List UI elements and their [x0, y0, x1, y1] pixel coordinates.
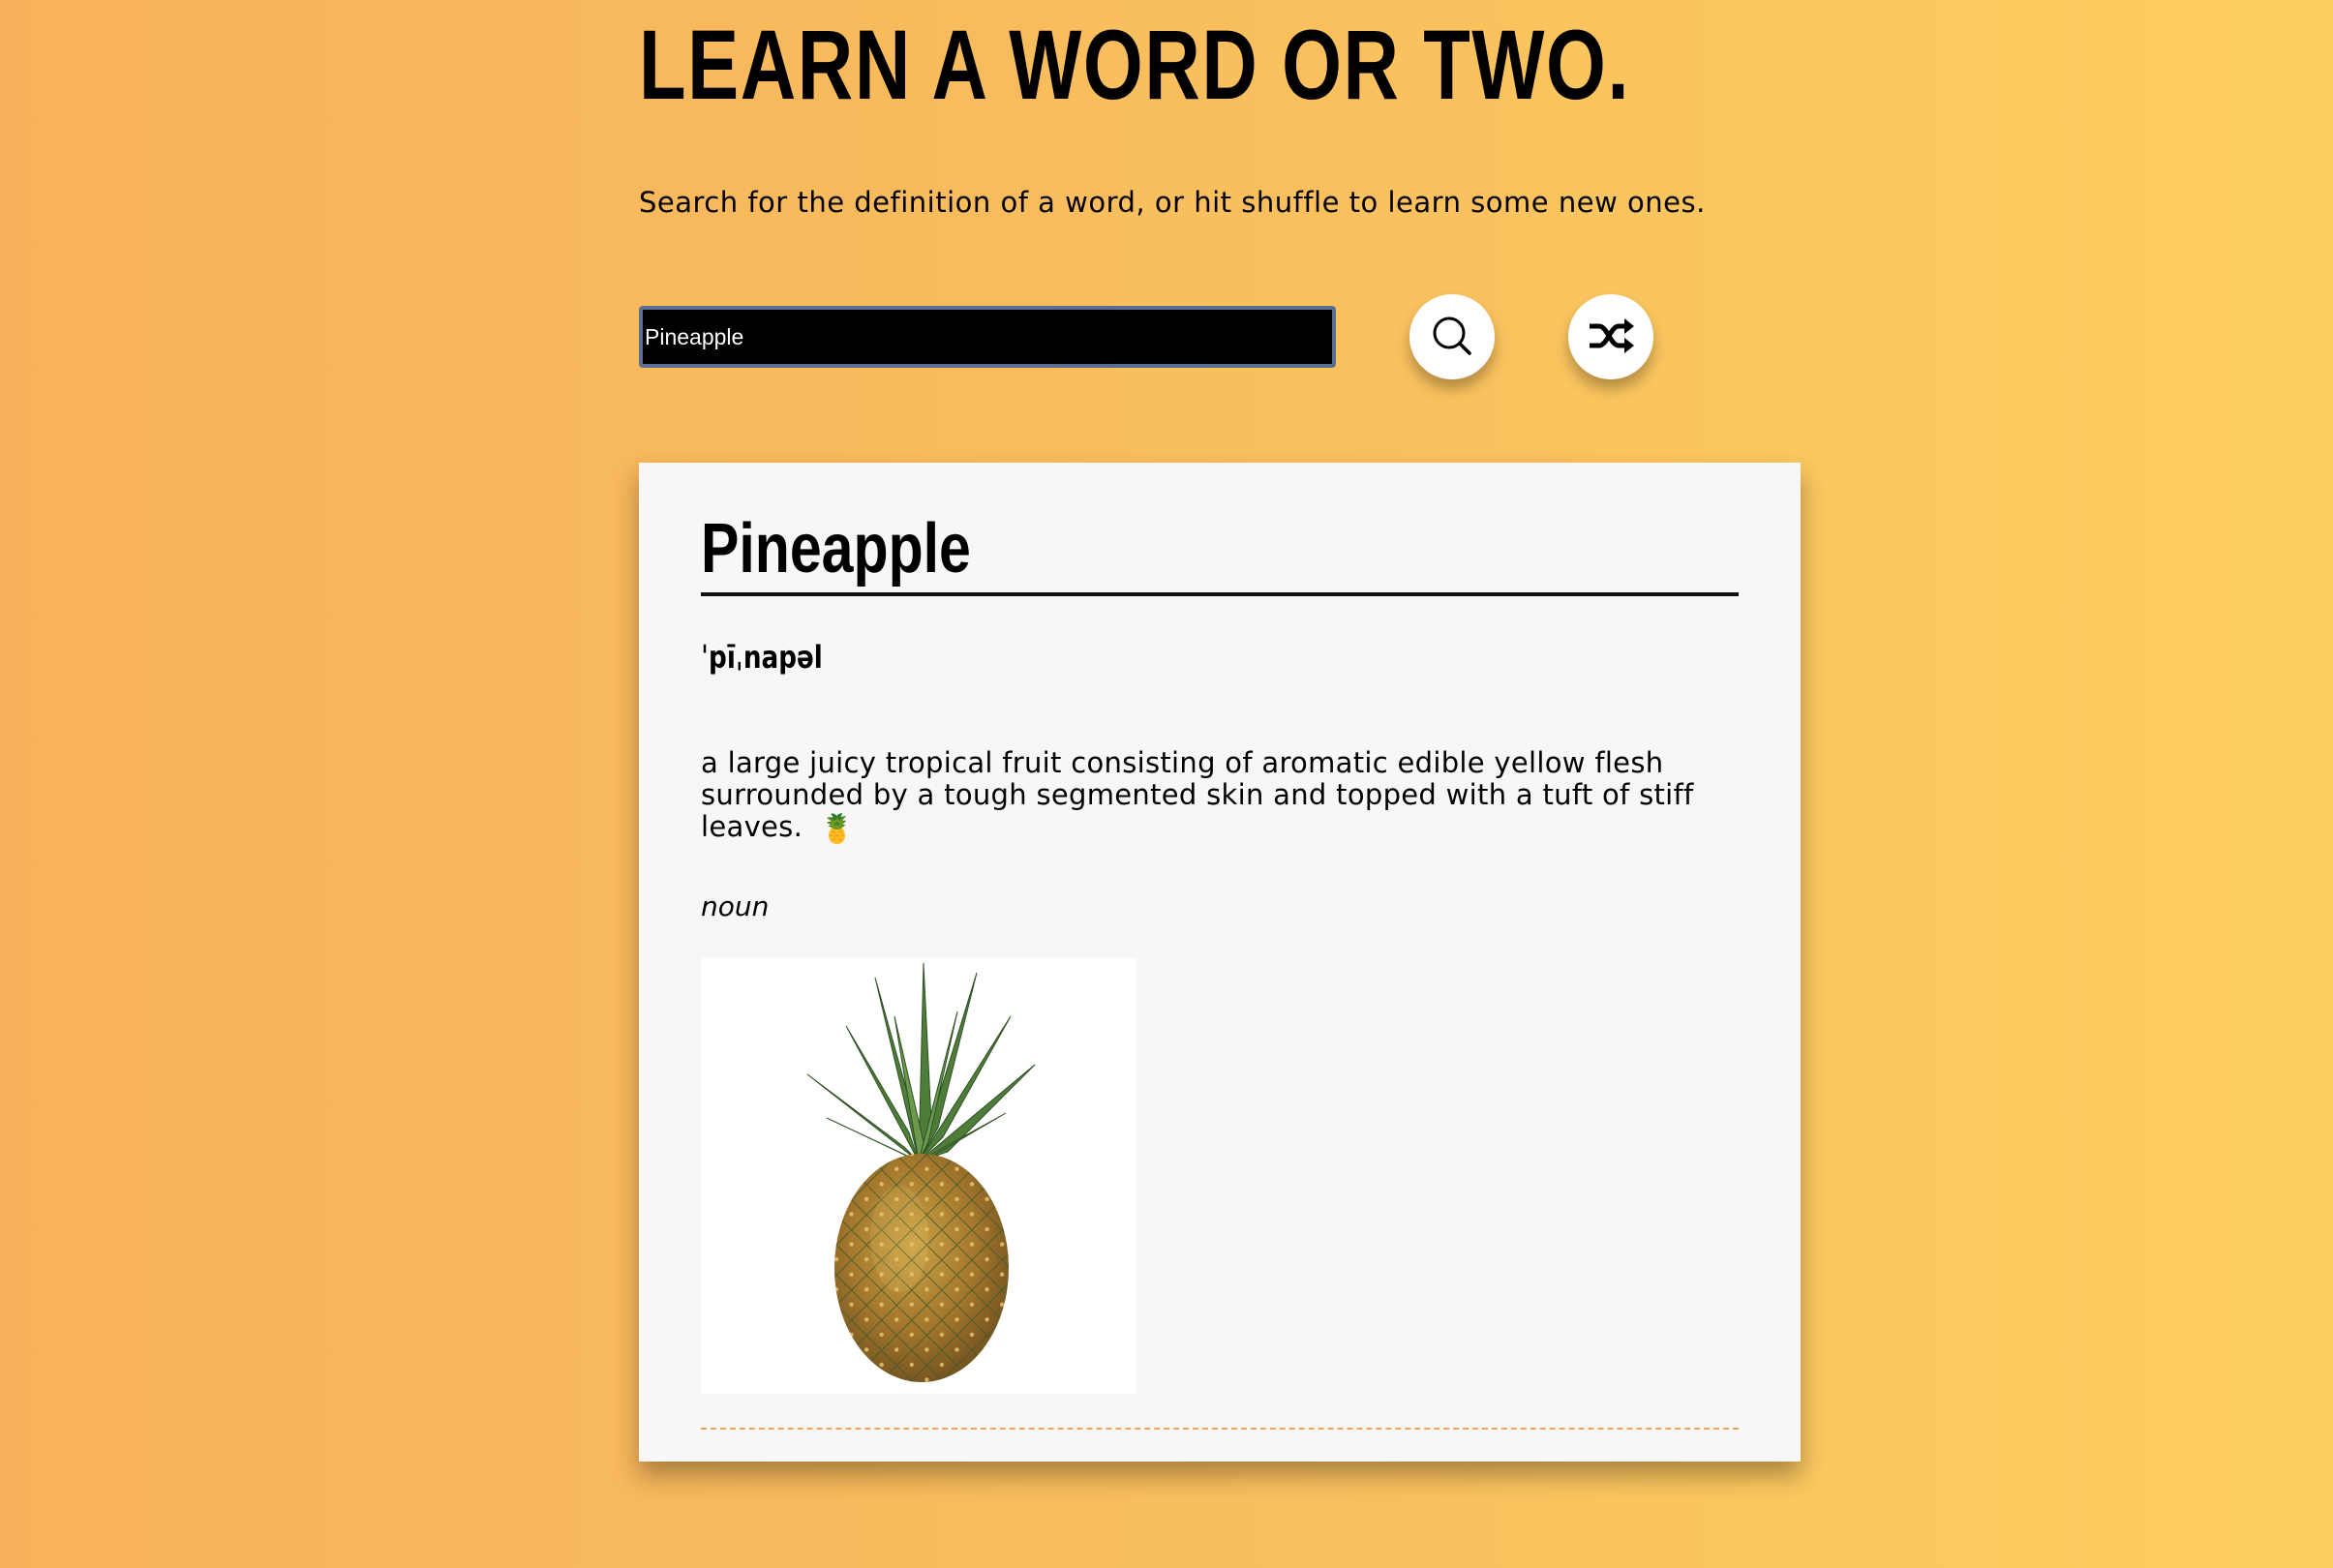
pineapple-image: [701, 958, 1136, 1394]
bottom-divider: [701, 1428, 1739, 1430]
definition-text: a large juicy tropical fruit consisting …: [701, 747, 1708, 845]
part-of-speech: noun: [701, 890, 770, 922]
search-input[interactable]: [639, 306, 1336, 368]
shuffle-button[interactable]: [1568, 294, 1653, 379]
page-subtitle: Search for the definition of a word, or …: [639, 186, 1706, 219]
definition-card: Pineapple ˈpīˌnapəl a large juicy tropic…: [639, 463, 1801, 1462]
search-button[interactable]: [1409, 294, 1495, 379]
pineapple-emoji: 🍍: [819, 811, 856, 845]
shuffle-icon: [1586, 317, 1636, 358]
search-icon: [1429, 313, 1475, 362]
word-title: Pineapple: [701, 510, 971, 588]
phonetic-text: ˈpīˌnapəl: [701, 639, 823, 676]
page-title: LEARN A WORD OR TWO.: [639, 10, 1631, 120]
title-divider: [701, 592, 1739, 596]
